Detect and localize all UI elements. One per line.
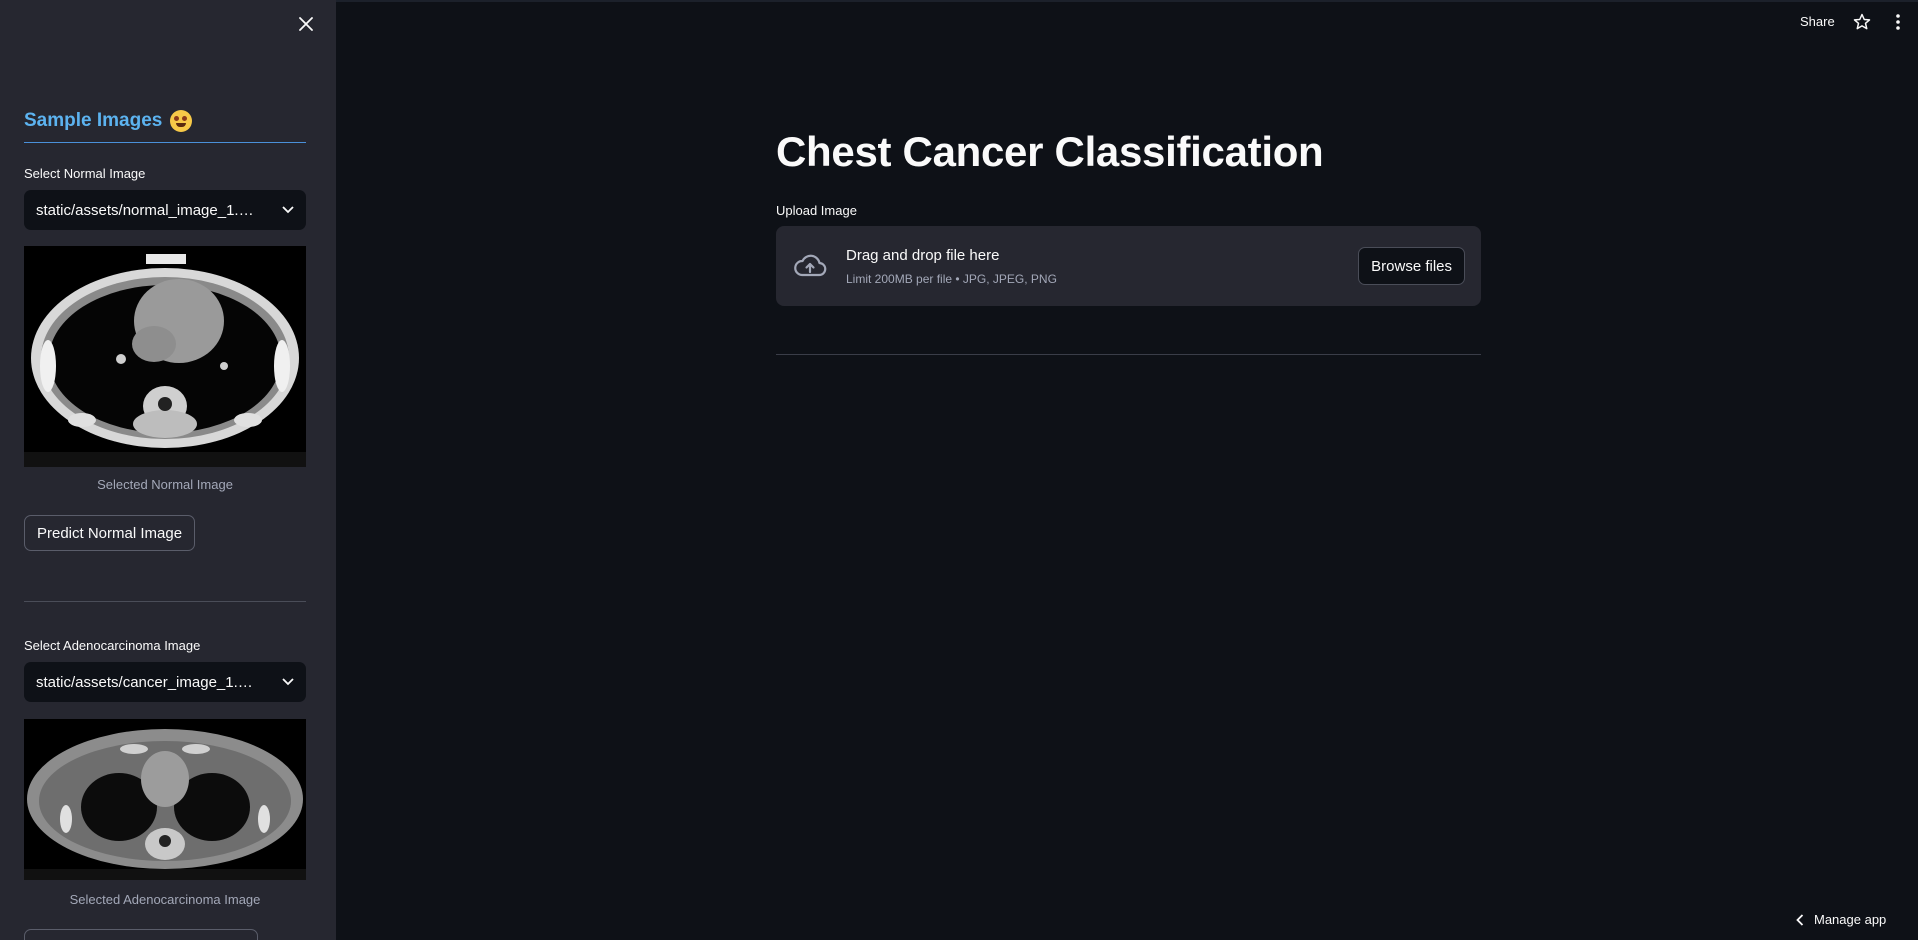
star-struck-emoji-icon xyxy=(170,110,193,132)
share-button[interactable]: Share xyxy=(1800,14,1835,29)
predict-normal-button[interactable]: Predict Normal Image xyxy=(24,515,196,551)
file-dropzone[interactable]: Drag and drop file here Limit 200MB per … xyxy=(776,226,1481,306)
cloud-upload-icon xyxy=(794,254,827,277)
normal-caption: Selected Normal Image xyxy=(97,477,233,492)
chevron-down-icon xyxy=(282,206,294,214)
dropzone-limit: Limit 200MB per file • JPG, JPEG, PNG xyxy=(846,272,1057,286)
dropzone-title: Drag and drop file here xyxy=(846,247,1000,264)
normal-image-select[interactable]: static/assets/normal_image_1.png xyxy=(24,190,306,230)
close-sidebar-button[interactable] xyxy=(294,12,318,36)
sidebar-divider xyxy=(24,601,306,602)
sidebar-heading: Sample Images xyxy=(24,110,306,143)
adeno-select-label: Select Adenocarcinoma Image xyxy=(24,638,201,653)
favorite-button[interactable] xyxy=(1852,12,1872,32)
star-icon xyxy=(1853,13,1871,30)
adeno-image-select[interactable]: static/assets/cancer_image_1.png xyxy=(24,662,306,702)
normal-ct-image xyxy=(24,246,306,467)
sidebar-heading-text: Sample Images xyxy=(24,110,163,131)
more-vertical-icon xyxy=(1896,14,1900,30)
page-title: Chest Cancer Classification xyxy=(776,128,1324,175)
close-icon xyxy=(299,17,313,31)
normal-select-label: Select Normal Image xyxy=(24,166,146,181)
adeno-caption: Selected Adenocarcinoma Image xyxy=(69,892,261,907)
main-menu-button[interactable] xyxy=(1890,12,1906,32)
manage-app-label: Manage app xyxy=(1814,912,1887,927)
normal-select-value: static/assets/normal_image_1.png xyxy=(36,201,261,219)
chevron-down-icon xyxy=(282,678,294,686)
predict-adeno-button[interactable] xyxy=(24,929,258,940)
adenocarcinoma-ct-image xyxy=(24,719,306,880)
manage-app-button[interactable]: Manage app xyxy=(1796,912,1886,927)
browse-files-button[interactable]: Browse files xyxy=(1358,247,1465,285)
chevron-left-icon xyxy=(1796,913,1804,926)
adeno-select-value: static/assets/cancer_image_1.png xyxy=(36,673,261,691)
sidebar: Sample Images Select Normal Image static… xyxy=(0,0,336,940)
main-divider xyxy=(776,354,1481,355)
upload-label: Upload Image xyxy=(776,203,857,218)
